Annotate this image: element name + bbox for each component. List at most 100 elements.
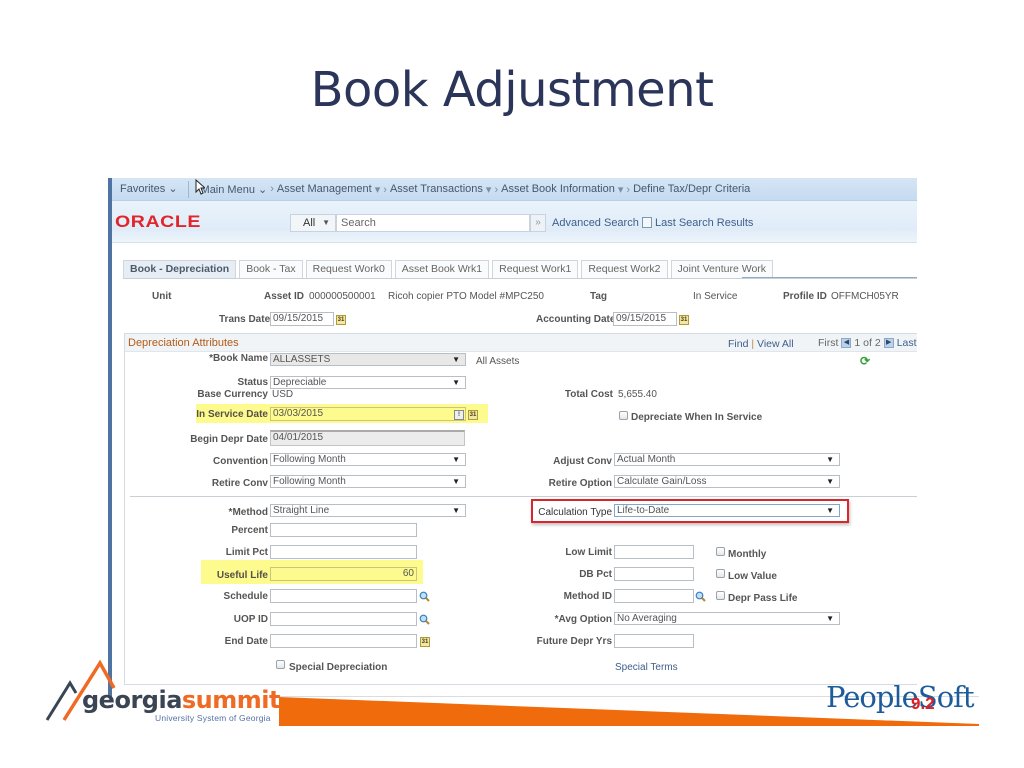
dropdown-arrow-icon: ▼ — [826, 614, 834, 623]
date-prompt-icon[interactable]: ! — [454, 410, 464, 420]
tab-book-depreciation[interactable]: Book - Depreciation — [123, 260, 237, 278]
in-service-date-label: In Service Date — [196, 409, 268, 420]
chevron-down-icon: ⌄ — [258, 183, 268, 196]
trans-date-field[interactable]: 09/15/2015 — [270, 312, 334, 326]
book-name-description: All Assets — [476, 356, 520, 367]
georgia-wordmark: georgia — [82, 686, 182, 714]
useful-life-field[interactable]: 60 — [270, 567, 417, 581]
tab-request-work0[interactable]: Request Work0 — [305, 260, 392, 278]
percent-field[interactable] — [270, 523, 417, 537]
in-service-date-field[interactable]: 03/03/2015 — [270, 407, 466, 421]
monthly-label: Monthly — [728, 549, 767, 560]
tab-joint-venture-work[interactable]: Joint Venture Work — [670, 260, 774, 278]
avg-option-value: No Averaging — [617, 613, 677, 624]
method-select[interactable]: Straight Line ▼ — [270, 504, 466, 517]
tab-book-tax[interactable]: Book - Tax — [239, 260, 303, 278]
end-date-label: End Date — [224, 636, 268, 647]
special-terms-link[interactable]: Special Terms — [615, 662, 678, 673]
main-menu[interactable]: Main Menu ⌄ — [201, 183, 268, 196]
dropdown-arrow-icon: ▼ — [826, 477, 834, 486]
breadcrumb-separator: › — [270, 183, 274, 195]
uop-id-field[interactable] — [270, 612, 417, 626]
calendar-icon[interactable]: 31 — [336, 315, 346, 325]
dropdown-arrow-icon: ▼ — [452, 455, 460, 464]
future-depr-yrs-field[interactable] — [614, 634, 694, 648]
retire-conv-label: Retire Conv — [211, 478, 268, 489]
book-name-select[interactable]: ALLASSETS ▼ — [270, 353, 466, 366]
find-link[interactable]: Find — [728, 338, 748, 350]
favorites-menu[interactable]: Favorites ⌄ — [112, 180, 189, 198]
tab-request-work1[interactable]: Request Work1 — [492, 260, 579, 278]
calendar-icon[interactable]: 31 — [679, 315, 689, 325]
accounting-date-field[interactable]: 09/15/2015 — [613, 312, 677, 326]
previous-arrow-icon[interactable]: ◀ — [841, 338, 852, 348]
profile-id-value: OFFMCH05YR — [831, 291, 899, 302]
lookup-icon[interactable] — [419, 614, 430, 625]
adjust-conv-value: Actual Month — [617, 454, 676, 465]
link-separator: | — [751, 338, 755, 350]
db-pct-label: DB Pct — [579, 569, 612, 580]
low-value-label: Low Value — [728, 571, 777, 582]
low-limit-field[interactable] — [614, 545, 694, 559]
refresh-icon[interactable]: ⟳ — [860, 354, 870, 368]
db-pct-field[interactable] — [614, 567, 694, 581]
profile-id-label: Profile ID — [783, 291, 827, 302]
unit-label: Unit — [152, 291, 172, 302]
low-value-checkbox[interactable] — [716, 569, 725, 578]
convention-value: Following Month — [273, 454, 346, 465]
tab-asset-book-wrk1[interactable]: Asset Book Wrk1 — [394, 260, 490, 278]
tab-divider — [123, 278, 917, 279]
dropdown-arrow-icon: ▼ — [452, 506, 460, 515]
limit-pct-field[interactable] — [270, 545, 417, 559]
depreciate-when-in-service-label: Depreciate When In Service — [631, 412, 763, 423]
end-date-field[interactable] — [270, 634, 417, 648]
status-label: Status — [237, 377, 268, 388]
search-scope-select[interactable]: All ▼ — [290, 214, 336, 232]
search-input[interactable]: Search — [336, 214, 530, 232]
dropdown-arrow-icon: ▼ — [452, 477, 460, 486]
low-limit-label: Low Limit — [565, 547, 612, 558]
future-depr-yrs-label: Future Depr Yrs — [536, 636, 612, 647]
depr-pass-life-checkbox[interactable] — [716, 591, 725, 600]
retire-conv-value: Following Month — [273, 476, 346, 487]
convention-select[interactable]: Following Month ▼ — [270, 453, 466, 466]
last-link[interactable]: Last — [897, 337, 917, 349]
monthly-checkbox[interactable] — [716, 547, 725, 556]
breadcrumb-asset-management[interactable]: Asset Management — [277, 183, 372, 195]
total-cost-value: 5,655.40 — [618, 389, 657, 400]
advanced-search-link[interactable]: Advanced Search — [552, 217, 639, 229]
depreciate-when-in-service-checkbox[interactable] — [619, 411, 628, 420]
schedule-label: Schedule — [223, 591, 268, 602]
status-select[interactable]: Depreciable ▼ — [270, 376, 466, 389]
tag-label: Tag — [590, 291, 608, 302]
breadcrumb-separator: ▾ › — [485, 183, 499, 196]
retire-conv-select[interactable]: Following Month ▼ — [270, 475, 466, 488]
calendar-icon[interactable]: 31 — [468, 410, 478, 420]
adjust-conv-select[interactable]: Actual Month ▼ — [614, 453, 840, 466]
method-id-field[interactable] — [614, 589, 694, 603]
search-go-button[interactable]: » — [530, 214, 546, 232]
search-results-icon[interactable] — [642, 217, 652, 228]
retire-option-select[interactable]: Calculate Gain/Loss ▼ — [614, 475, 840, 488]
lookup-icon[interactable] — [695, 591, 706, 602]
favorites-label: Favorites — [120, 182, 166, 195]
first-link[interactable]: First — [818, 337, 838, 349]
schedule-field[interactable] — [270, 589, 417, 603]
next-arrow-icon[interactable]: ▶ — [883, 338, 894, 348]
breadcrumb-asset-transactions[interactable]: Asset Transactions — [390, 183, 483, 195]
calendar-icon[interactable]: 31 — [420, 637, 430, 647]
avg-option-select[interactable]: No Averaging ▼ — [614, 612, 840, 625]
breadcrumb-define-tax-depr-criteria[interactable]: Define Tax/Depr Criteria — [633, 183, 750, 195]
section-title: Depreciation Attributes — [128, 337, 239, 349]
convention-label: Convention — [213, 456, 268, 467]
view-all-link[interactable]: View All — [757, 338, 794, 350]
find-view-all: Find | View All — [728, 338, 794, 350]
lookup-icon[interactable] — [419, 591, 430, 602]
book-name-value: ALLASSETS — [273, 354, 331, 365]
tab-request-work2[interactable]: Request Work2 — [581, 260, 668, 278]
last-search-results-link[interactable]: Last Search Results — [655, 217, 753, 229]
breadcrumb-asset-book-information[interactable]: Asset Book Information — [501, 183, 615, 195]
useful-life-label: Useful Life — [216, 570, 268, 581]
section-divider — [130, 496, 917, 497]
calc-type-select[interactable]: Life-to-Date ▼ — [614, 504, 840, 517]
